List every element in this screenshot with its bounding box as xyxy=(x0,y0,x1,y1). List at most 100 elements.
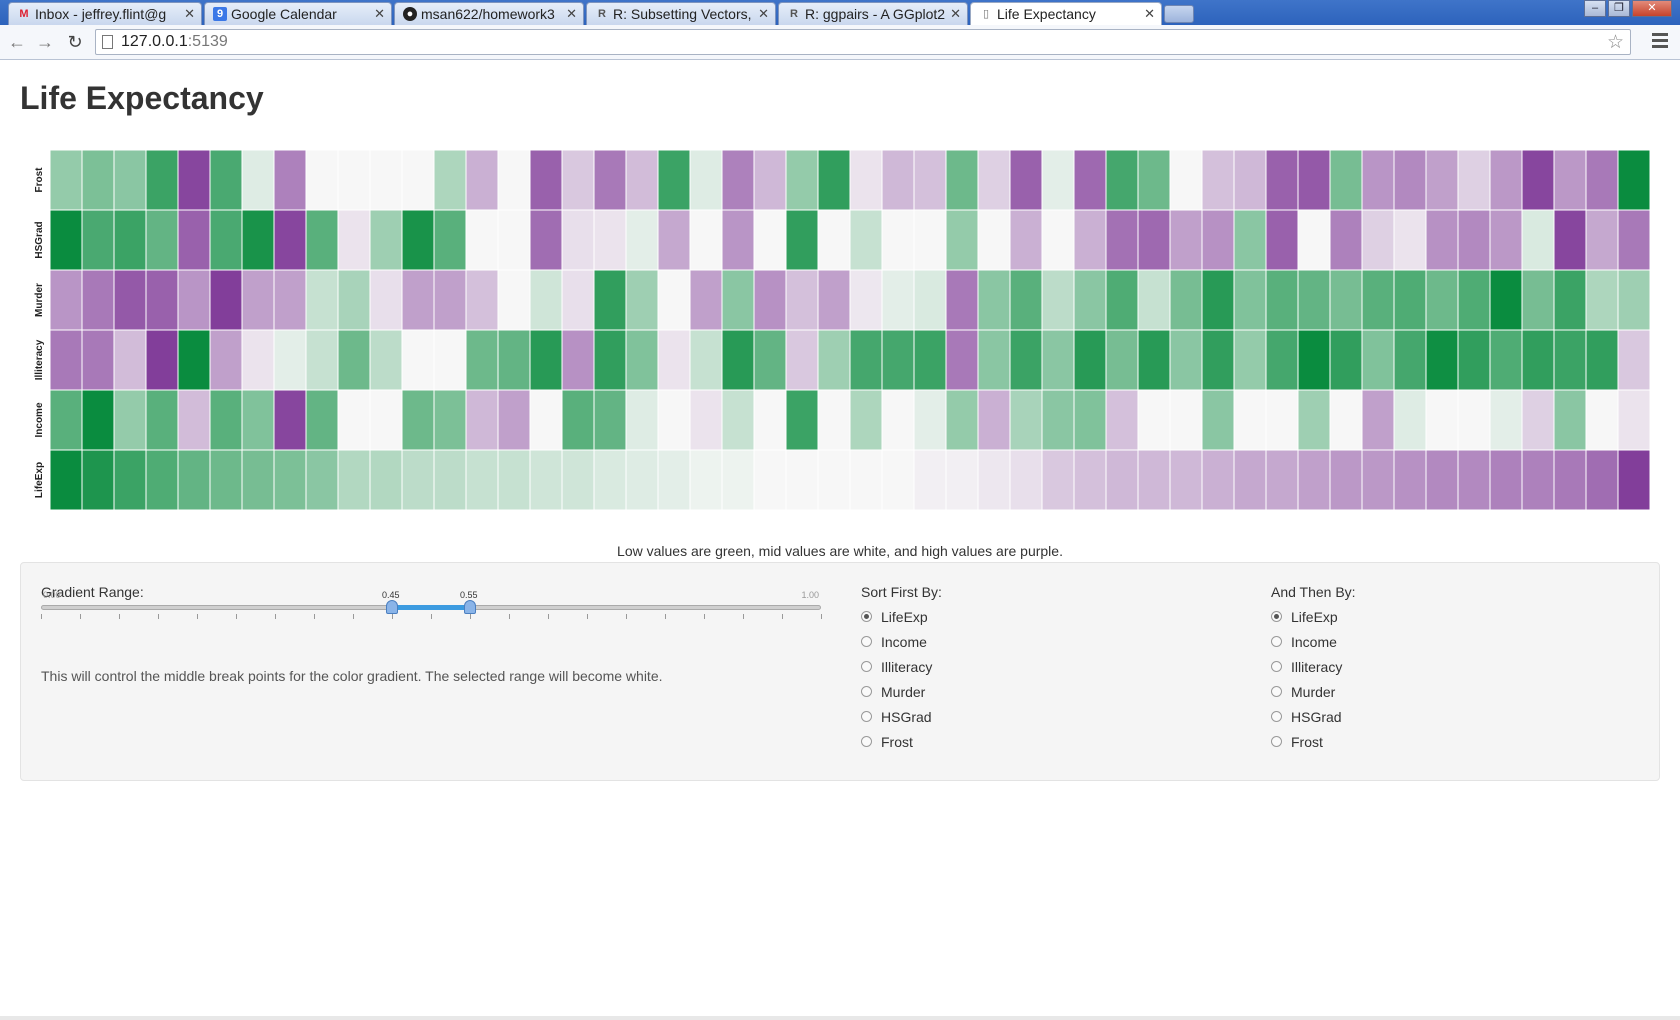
radio-button-icon[interactable] xyxy=(861,736,872,747)
minimize-icon[interactable]: – xyxy=(1584,0,1606,17)
heatmap-cell xyxy=(1521,449,1555,511)
heatmap-cell xyxy=(113,389,147,451)
heatmap-cell xyxy=(1105,209,1139,271)
radio-button-icon[interactable] xyxy=(861,611,872,622)
slider-grid-tick xyxy=(119,614,120,619)
radio-button-icon[interactable] xyxy=(1271,636,1282,647)
heatmap-cell xyxy=(305,449,339,511)
heatmap-cell xyxy=(785,329,819,391)
then-by-option-income[interactable]: Income xyxy=(1271,633,1342,658)
radio-button-icon[interactable] xyxy=(1271,711,1282,722)
radio-button-icon[interactable] xyxy=(1271,736,1282,747)
then-by-option-illiteracy[interactable]: Illiteracy xyxy=(1271,658,1342,683)
heatmap-cell xyxy=(81,209,115,271)
heatmap-cell xyxy=(177,209,211,271)
tab-title: Inbox - jeffrey.flint@g xyxy=(35,6,167,22)
then-by-option-hsgrad[interactable]: HSGrad xyxy=(1271,708,1342,733)
tab-github[interactable]: ● msan622/homework3 ✕ xyxy=(394,2,584,25)
heatmap-cell xyxy=(1137,329,1171,391)
heatmap-cell xyxy=(113,150,147,211)
heatmap-cell xyxy=(209,449,243,511)
heatmap-cell xyxy=(1169,449,1203,511)
heatmap-cell xyxy=(1041,449,1075,511)
then-by-option-frost[interactable]: Frost xyxy=(1271,733,1342,758)
heatmap-cell xyxy=(849,209,883,271)
heatmap-cell xyxy=(1489,329,1523,391)
new-tab-button[interactable] xyxy=(1164,5,1194,23)
radio-button-icon[interactable] xyxy=(861,636,872,647)
slider-high-handle[interactable] xyxy=(464,600,476,614)
close-icon[interactable]: ✕ xyxy=(374,3,385,25)
heatmap-cell xyxy=(273,269,307,331)
sort-first-option-hsgrad[interactable]: HSGrad xyxy=(861,708,932,733)
tab-calendar[interactable]: 9 Google Calendar ✕ xyxy=(204,2,392,25)
slider-grid-tick xyxy=(548,614,549,619)
heatmap-cell xyxy=(1585,209,1619,271)
menu-icon[interactable] xyxy=(1652,33,1668,51)
heatmap-cell xyxy=(657,329,691,391)
slider-grid-tick xyxy=(626,614,627,619)
close-icon[interactable]: ✕ xyxy=(950,3,961,25)
close-window-icon[interactable]: ✕ xyxy=(1632,0,1672,17)
gradient-range-slider[interactable]: 0.00 1.00 0.45 0.55 xyxy=(41,590,822,630)
tab-r-subsetting[interactable]: R R: Subsetting Vectors, ✕ xyxy=(586,2,776,25)
close-icon[interactable]: ✕ xyxy=(566,3,577,25)
slider-grid-tick xyxy=(782,614,783,619)
heatmap-cell xyxy=(529,329,563,391)
heatmap-cell xyxy=(1425,449,1459,511)
heatmap-cell xyxy=(401,209,435,271)
heatmap-cell xyxy=(1393,389,1427,451)
heatmap-cell xyxy=(1265,449,1299,511)
radio-button-icon[interactable] xyxy=(1271,686,1282,697)
heatmap-cell xyxy=(593,209,627,271)
sort-first-option-lifeexp[interactable]: LifeExp xyxy=(861,608,932,633)
tab-title: R: ggpairs - A GGplot2 xyxy=(805,6,946,22)
back-icon[interactable]: ← xyxy=(6,31,28,53)
sort-first-option-murder[interactable]: Murder xyxy=(861,683,932,708)
reload-icon[interactable]: ↻ xyxy=(64,31,86,53)
heatmap-cell xyxy=(145,389,179,451)
radio-button-icon[interactable] xyxy=(861,686,872,697)
heatmap-chart: Frost HSGrad Murder Illiteracy Income LifeExp xyxy=(34,150,1650,511)
radio-button-icon[interactable] xyxy=(1271,611,1282,622)
heatmap-cell xyxy=(561,329,595,391)
heatmap-cell xyxy=(1265,389,1299,451)
slider-low-handle[interactable] xyxy=(386,600,398,614)
heatmap-cell xyxy=(209,329,243,391)
tab-life-expectancy[interactable]: ▯ Life Expectancy ✕ xyxy=(970,2,1162,25)
tab-inbox[interactable]: M Inbox - jeffrey.flint@g ✕ xyxy=(8,2,202,25)
address-bar[interactable]: 127.0.0.1:5139 ☆ xyxy=(95,29,1631,55)
close-icon[interactable]: ✕ xyxy=(184,3,195,25)
heatmap-cell xyxy=(113,329,147,391)
sort-first-option-income[interactable]: Income xyxy=(861,633,932,658)
heatmap-cell xyxy=(1137,389,1171,451)
heatmap-cell xyxy=(561,150,595,211)
heatmap-cell xyxy=(1553,329,1587,391)
maximize-icon[interactable]: ❐ xyxy=(1608,0,1630,17)
heatmap-cell xyxy=(1361,209,1395,271)
heatmap-cell xyxy=(913,209,947,271)
close-icon[interactable]: ✕ xyxy=(1144,3,1155,25)
forward-icon[interactable]: → xyxy=(34,31,56,53)
heatmap-cell xyxy=(113,269,147,331)
slider-low-value: 0.45 xyxy=(382,590,400,600)
heatmap-cell xyxy=(1361,329,1395,391)
close-icon[interactable]: ✕ xyxy=(758,3,769,25)
heatmap-cell xyxy=(1233,269,1267,331)
heatmap-cell xyxy=(625,150,659,211)
gradient-help-text: This will control the middle break point… xyxy=(41,668,663,684)
heatmap-cell xyxy=(497,209,531,271)
then-by-option-murder[interactable]: Murder xyxy=(1271,683,1342,708)
radio-label: Murder xyxy=(881,684,926,700)
page-icon: ▯ xyxy=(982,8,990,20)
radio-button-icon[interactable] xyxy=(861,661,872,672)
radio-button-icon[interactable] xyxy=(1271,661,1282,672)
bookmark-star-icon[interactable]: ☆ xyxy=(1607,31,1624,54)
heatmap-cell xyxy=(657,269,691,331)
heatmap-cell xyxy=(1073,389,1107,451)
then-by-option-lifeexp[interactable]: LifeExp xyxy=(1271,608,1342,633)
sort-first-option-frost[interactable]: Frost xyxy=(861,733,932,758)
tab-r-ggpairs[interactable]: R R: ggpairs - A GGplot2 ✕ xyxy=(778,2,968,25)
sort-first-option-illiteracy[interactable]: Illiteracy xyxy=(861,658,932,683)
radio-button-icon[interactable] xyxy=(861,711,872,722)
